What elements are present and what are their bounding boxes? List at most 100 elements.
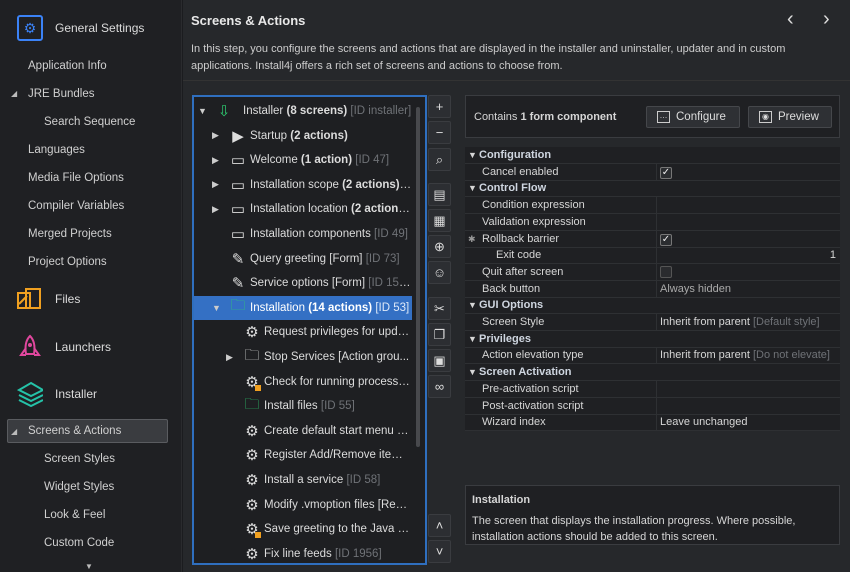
sidebar-item[interactable]: Search Sequence	[44, 112, 135, 132]
tree-scrollbar[interactable]	[416, 107, 420, 447]
sidebar-category-general-settings[interactable]: ⚙ General Settings	[0, 13, 144, 43]
paste-button[interactable]: ▣	[428, 349, 451, 372]
expand-icon[interactable]: ▶	[212, 155, 219, 166]
tree-item[interactable]: ▶ ▭ Welcome (1 action) [ID 47]	[194, 148, 412, 172]
forward-button[interactable]: ›	[823, 8, 830, 31]
tree-item[interactable]: ⚙ Save greeting to the Java pre...	[194, 517, 412, 541]
preview-button[interactable]: ◉ Preview	[748, 106, 832, 128]
collapse-icon[interactable]: ▼	[468, 180, 477, 196]
tree-item[interactable]: ▶ ▭ Installation scope (2 actions) [ID ...…	[194, 173, 412, 197]
tree-item[interactable]: ▼ ⇩ Installer (8 screens) [ID installer]	[194, 99, 412, 123]
property-value[interactable]: Inherit from parent [Do not elevate]	[656, 347, 836, 364]
tree-item-label: Check for running processes ...	[264, 376, 412, 388]
property-value[interactable]: 1	[656, 247, 836, 264]
expand-icon[interactable]: ▶	[212, 179, 219, 190]
move-up-button[interactable]: ˄	[428, 514, 451, 537]
property-section[interactable]: ▼ Control Flow	[465, 180, 840, 198]
checkbox[interactable]: ✓	[660, 233, 672, 246]
collapse-icon[interactable]: ◢	[11, 427, 17, 436]
link-button[interactable]: ∞	[428, 375, 451, 398]
property-value[interactable]	[656, 380, 836, 397]
property-value[interactable]: ✓	[656, 230, 836, 247]
tree-item[interactable]: ✎ Service options [Form] [ID 1565]	[194, 271, 412, 295]
property-value[interactable]: ✓	[656, 163, 836, 180]
property-value[interactable]: Always hidden	[656, 280, 836, 297]
collapse-icon[interactable]: ▼	[468, 147, 477, 163]
sidebar-category-installer[interactable]: Installer	[0, 379, 97, 409]
sidebar-item[interactable]: Look & Feel	[44, 505, 105, 525]
sidebar-category-files[interactable]: Files	[0, 284, 80, 314]
sidebar-item[interactable]: Project Options	[28, 252, 107, 272]
property-value[interactable]	[656, 397, 836, 414]
property-section[interactable]: ▼ GUI Options	[465, 297, 840, 315]
sidebar-item[interactable]: Screens & Actions	[28, 421, 121, 441]
tree-item[interactable]: ▶ ▭ Installation location (2 actions) ...	[194, 197, 412, 221]
note-button[interactable]: ▦	[428, 209, 451, 232]
tree-item[interactable]: ⚙ Fix line feeds [ID 1956]	[194, 542, 412, 563]
tree-item[interactable]: ⚙ Request privileges for update...	[194, 320, 412, 344]
property-value[interactable]	[656, 213, 836, 230]
property-row: Pre-activation script	[465, 380, 840, 398]
tree-item[interactable]: ▶ ▶ Startup (2 actions)	[194, 124, 412, 148]
expand-icon[interactable]: ▶	[226, 352, 233, 363]
tree-item[interactable]: ✎ Query greeting [Form] [ID 73]	[194, 247, 412, 271]
sidebar-item[interactable]: JRE Bundles	[28, 84, 94, 104]
sidebar-category-launchers[interactable]: Launchers	[0, 332, 111, 362]
tree-item-label: Install files [ID 55]	[264, 400, 355, 412]
sidebar-item[interactable]: Compiler Variables	[28, 196, 124, 216]
tree-item[interactable]: ▼ 🗀 Installation (14 actions) [ID 53]	[194, 295, 412, 320]
add-button[interactable]: +	[428, 95, 451, 118]
search-button[interactable]: ⌕	[428, 148, 451, 171]
sidebar-item[interactable]: Languages	[28, 140, 85, 160]
collapse-icon[interactable]: ▼	[198, 106, 207, 116]
checkbox[interactable]	[660, 265, 672, 278]
property-section[interactable]: ▼ Configuration	[465, 147, 840, 164]
sidebar-item[interactable]: Media File Options	[28, 168, 124, 188]
cut-button[interactable]: ✂	[428, 297, 451, 320]
remove-button[interactable]: −	[428, 121, 451, 144]
item-count: (2 actions)	[342, 178, 400, 191]
sidebar-item[interactable]: Merged Projects	[28, 224, 112, 244]
download-button[interactable]: ⊕	[428, 235, 451, 258]
tree-item[interactable]: ⚙ Install a service [ID 58]	[194, 468, 412, 492]
tree-item[interactable]: ⚙ Create default start menu en...	[194, 419, 412, 443]
expand-icon[interactable]: ▶	[212, 130, 219, 141]
sidebar-item[interactable]: Custom Code	[44, 533, 114, 553]
install-screen-icon: 🗀	[230, 297, 246, 315]
sidebar-item[interactable]: Application Info	[28, 56, 107, 76]
copy-button[interactable]: ❐	[428, 323, 451, 346]
expand-icon[interactable]: ▶	[212, 204, 219, 215]
property-value[interactable]	[656, 197, 836, 214]
gear-icon: ⚙	[245, 496, 259, 514]
collapse-icon[interactable]: ◢	[11, 89, 17, 98]
property-section[interactable]: ▼ Privileges	[465, 331, 840, 348]
tree-item-label: Welcome (1 action) [ID 47]	[250, 154, 389, 166]
tree-item[interactable]: ⚙ Modify .vmoption files [Repla...	[194, 493, 412, 517]
tree-item[interactable]: ▭ Installation components [ID 49]	[194, 222, 412, 246]
property-value[interactable]: Inherit from parent [Default style]	[656, 314, 836, 330]
sidebar-item[interactable]: Screen Styles	[44, 449, 115, 469]
property-value[interactable]: Leave unchanged	[656, 414, 836, 431]
comment-button[interactable]: ▤	[428, 183, 451, 206]
scroll-down-icon[interactable]: ▼	[85, 562, 93, 571]
tree-item[interactable]: ⚙ Check for running processes ...	[194, 370, 412, 394]
sidebar-item[interactable]: Widget Styles	[44, 477, 114, 497]
property-value[interactable]	[656, 263, 836, 280]
back-button[interactable]: ‹	[787, 8, 794, 31]
play-icon: ▶	[232, 127, 244, 145]
property-section[interactable]: ▼ Screen Activation	[465, 364, 840, 382]
collapse-icon[interactable]: ▼	[468, 331, 477, 347]
group-button[interactable]: ☺	[428, 261, 451, 284]
tree-item[interactable]: 🗀 Install files [ID 55]	[194, 394, 412, 418]
collapse-icon[interactable]: ▼	[212, 303, 221, 313]
sidebar-category-label: Files	[55, 292, 81, 306]
checkbox[interactable]: ✓	[660, 166, 672, 179]
collapse-icon[interactable]: ▼	[468, 297, 477, 313]
tree-item[interactable]: ▶ 🗀 Stop Services [Action grou...	[194, 345, 412, 369]
collapse-icon[interactable]: ▼	[468, 364, 477, 380]
tree-item[interactable]: ⚙ Register Add/Remove item [I...	[194, 443, 412, 467]
item-name: Installation scope	[250, 178, 339, 191]
screens-tree[interactable]: ▼ ⇩ Installer (8 screens) [ID installer] ▶ ▶…	[192, 95, 427, 565]
configure-button[interactable]: … Configure	[646, 106, 740, 128]
move-down-button[interactable]: ˅	[428, 540, 451, 563]
